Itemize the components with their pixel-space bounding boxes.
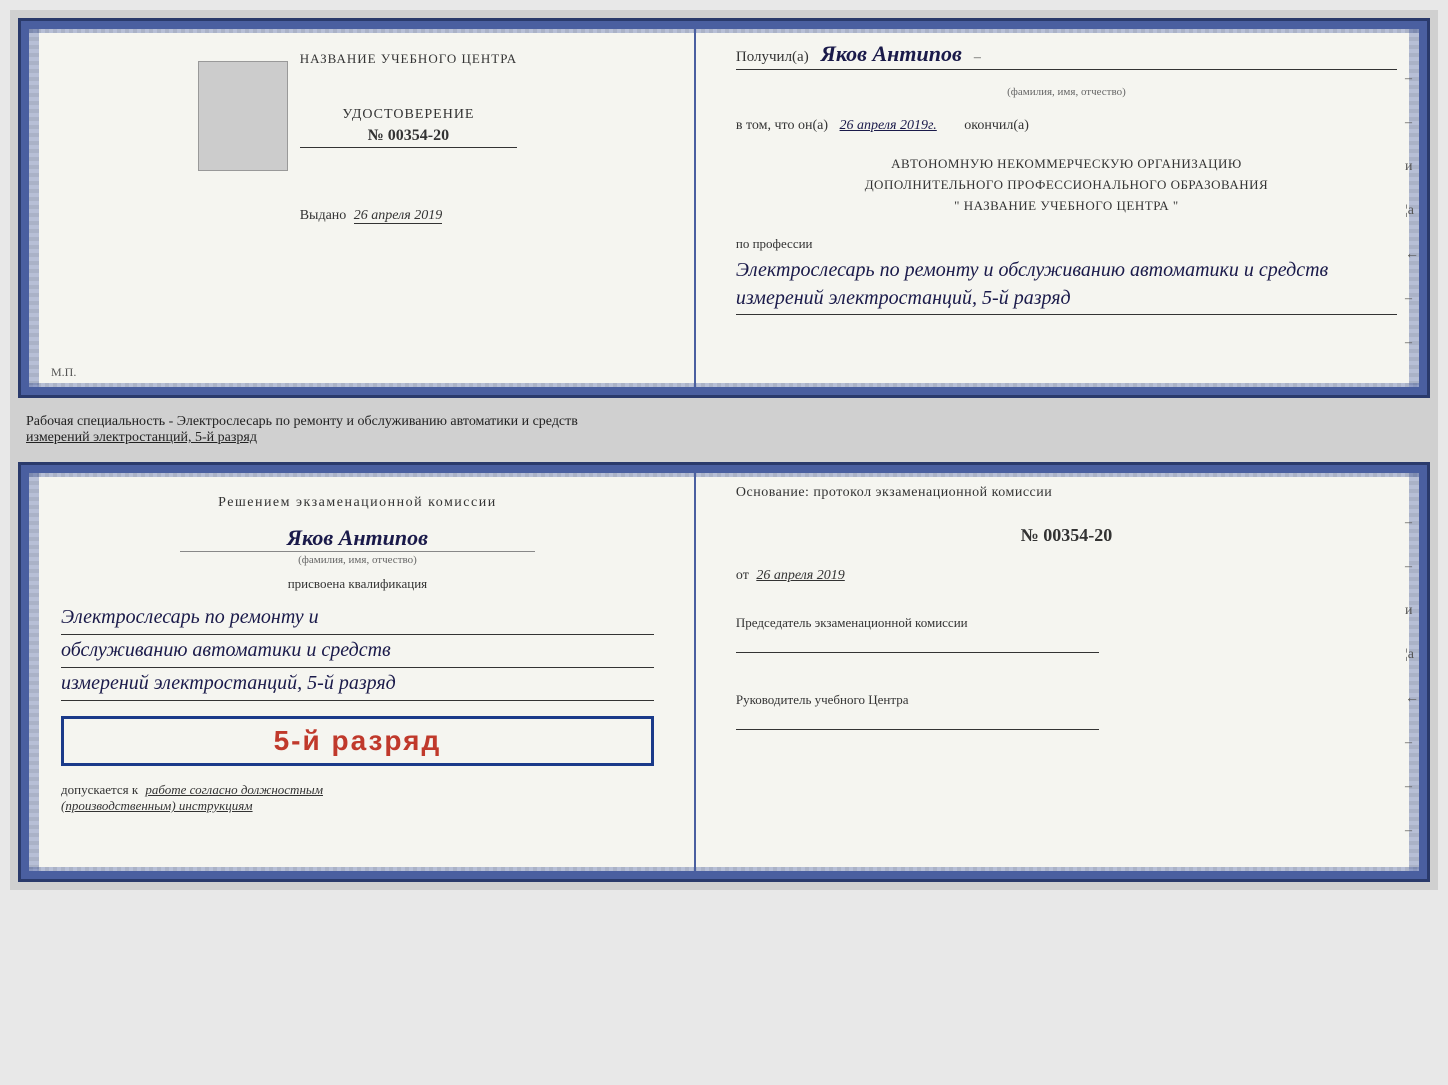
left-content-wrapper: НАЗВАНИЕ УЧЕБНОГО ЦЕНТРА УДОСТОВЕРЕНИЕ №… — [198, 51, 517, 224]
name-block-bottom: Яков Антипов (фамилия, имя, отчество) — [61, 525, 654, 566]
doc-top-left-panel: НАЗВАНИЕ УЧЕБНОГО ЦЕНТРА УДОСТОВЕРЕНИЕ №… — [21, 21, 696, 395]
date-prefix: от — [736, 568, 749, 583]
mp-label: М.П. — [51, 365, 76, 380]
допускается-suffix: (производственным) инструкциям — [61, 798, 253, 813]
in-that-prefix: в том, что он(а) — [736, 118, 828, 133]
decision-title: Решением экзаменационной комиссии — [61, 495, 654, 511]
center-title-left: НАЗВАНИЕ УЧЕБНОГО ЦЕНТРА — [300, 51, 517, 67]
document-top: НАЗВАНИЕ УЧЕБНОГО ЦЕНТРА УДОСТОВЕРЕНИЕ №… — [18, 18, 1430, 398]
profession-block-top: по профессии Электрослесарь по ремонту и… — [736, 236, 1397, 315]
in-that-date: 26 апреля 2019г. — [840, 118, 937, 133]
fio-label-top: (фамилия, имя, отчество) — [736, 86, 1397, 98]
completed-suffix: окончил(а) — [964, 118, 1029, 133]
doc-bottom-right-panel: Основание: протокол экзаменационной коми… — [696, 465, 1427, 879]
between-text-line1: Рабочая специальность - Электрослесарь п… — [26, 414, 578, 429]
grade-badge: 5-й разряд — [61, 716, 654, 766]
basis-block: Основание: протокол экзаменационной коми… — [736, 485, 1397, 501]
chairman-signature-line — [736, 652, 1100, 653]
in-that-line: в том, что он(а) 26 апреля 2019г. окончи… — [736, 118, 1397, 134]
received-prefix: Получил(а) — [736, 49, 809, 65]
qualification-label: присвоена квалификация — [61, 576, 654, 592]
org-block: АВТОНОМНУЮ НЕКОММЕРЧЕСКУЮ ОРГАНИЗАЦИЮ ДО… — [736, 154, 1397, 216]
director-title: Руководитель учебного Центра — [736, 691, 1397, 709]
cert-number-block: УДОСТОВЕРЕНИЕ № 00354-20 — [300, 107, 517, 148]
protocol-date: от 26 апреля 2019 — [736, 568, 1397, 584]
profession-line2: обслуживанию автоматики и средств — [61, 635, 654, 668]
profession-block-bottom: Электрослесарь по ремонту и обслуживанию… — [61, 602, 654, 701]
right-marks-top: – – и ¦а ← – – — [1405, 71, 1419, 351]
org-line1: АВТОНОМНУЮ НЕКОММЕРЧЕСКУЮ ОРГАНИЗАЦИЮ — [736, 154, 1397, 175]
org-line3: " НАЗВАНИЕ УЧЕБНОГО ЦЕНТРА " — [736, 196, 1397, 217]
issued-block: Выдано 26 апреля 2019 — [300, 208, 517, 224]
chairman-block: Председатель экзаменационной комиссии — [736, 614, 1397, 657]
protocol-date-value: 26 апреля 2019 — [756, 568, 844, 583]
between-docs-text: Рабочая специальность - Электрослесарь п… — [18, 410, 1430, 450]
between-text-line2: измерений электростанций, 5-й разряд — [26, 430, 257, 445]
director-block: Руководитель учебного Центра — [736, 691, 1397, 734]
issued-text: Выдано — [300, 208, 347, 223]
recipient-name: Яков Антипов — [821, 41, 962, 66]
profession-text: Электрослесарь по ремонту и обслуживанию… — [736, 256, 1397, 315]
cert-number: № 00354-20 — [300, 127, 517, 148]
doc-top-right-panel: Получил(а) Яков Антипов – (фамилия, имя,… — [696, 21, 1427, 395]
doc-bottom-left-panel: Решением экзаменационной комиссии Яков А… — [21, 465, 696, 879]
chairman-title: Председатель экзаменационной комиссии — [736, 614, 1397, 632]
page-wrapper: НАЗВАНИЕ УЧЕБНОГО ЦЕНТРА УДОСТОВЕРЕНИЕ №… — [10, 10, 1438, 890]
profession-line1: Электрослесарь по ремонту и — [61, 602, 654, 635]
name-handwritten-bottom: Яков Антипов — [61, 525, 654, 551]
org-line2: ДОПОЛНИТЕЛЬНОГО ПРОФЕССИОНАЛЬНОГО ОБРАЗО… — [736, 175, 1397, 196]
допускается-main: работе согласно должностным — [145, 782, 323, 797]
profession-line3: измерений электростанций, 5-й разряд — [61, 668, 654, 701]
issued-date: 26 апреля 2019 — [354, 208, 442, 224]
right-marks-bottom: – – и ¦а ← – – – – — [1405, 515, 1419, 883]
profession-label: по профессии — [736, 236, 1397, 252]
recipient-line: Получил(а) Яков Антипов – — [736, 41, 1397, 70]
protocol-number-bottom: № 00354-20 — [736, 525, 1397, 546]
fio-label-bottom: (фамилия, имя, отчество) — [180, 551, 536, 566]
допускается-block: допускается к работе согласно должностны… — [61, 782, 654, 814]
photo-placeholder — [198, 51, 288, 171]
cert-content: НАЗВАНИЕ УЧЕБНОГО ЦЕНТРА УДОСТОВЕРЕНИЕ №… — [300, 51, 517, 224]
document-bottom: Решением экзаменационной комиссии Яков А… — [18, 462, 1430, 882]
director-signature-line — [736, 729, 1100, 730]
grade-text: 5-й разряд — [274, 725, 442, 756]
cert-label: УДОСТОВЕРЕНИЕ — [300, 107, 517, 123]
dash-after-name: – — [974, 50, 981, 65]
допускается-prefix: допускается к — [61, 782, 138, 797]
